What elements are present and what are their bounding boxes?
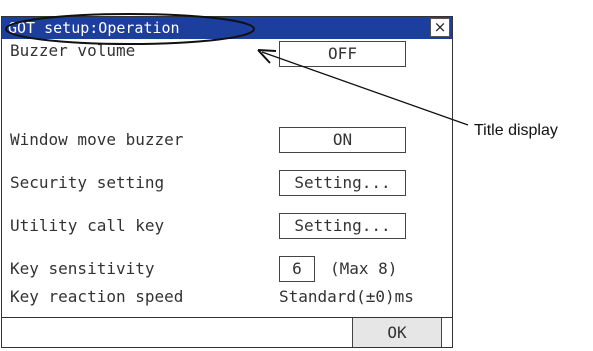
operation-settings-window: GOT setup:Operation × Buzzer volume OFF … [1, 16, 453, 348]
close-button[interactable]: × [430, 18, 450, 37]
window-move-buzzer-label: Window move buzzer [10, 130, 184, 149]
title-display-callout: Title display [474, 122, 558, 139]
buzzer-volume-button[interactable]: OFF [279, 41, 406, 67]
key-sensitivity-label: Key sensitivity [10, 259, 155, 278]
utility-call-key-button[interactable]: Setting... [279, 213, 406, 239]
key-reaction-speed-label: Key reaction speed [10, 287, 184, 306]
security-setting-button[interactable]: Setting... [279, 170, 406, 196]
key-sensitivity-max-note: (Max 8) [330, 259, 398, 278]
ok-button[interactable]: OK [352, 318, 442, 347]
key-sensitivity-field[interactable]: 6 [279, 256, 315, 282]
window-move-buzzer-button[interactable]: ON [279, 127, 406, 153]
window-title: GOT setup:Operation [8, 19, 180, 37]
buzzer-volume-label: Buzzer volume [10, 41, 136, 60]
security-setting-label: Security setting [10, 173, 165, 192]
utility-call-key-label: Utility call key [10, 216, 165, 235]
title-bar: GOT setup:Operation × [2, 17, 452, 39]
key-reaction-speed-value: Standard(±0)ms [279, 287, 414, 306]
